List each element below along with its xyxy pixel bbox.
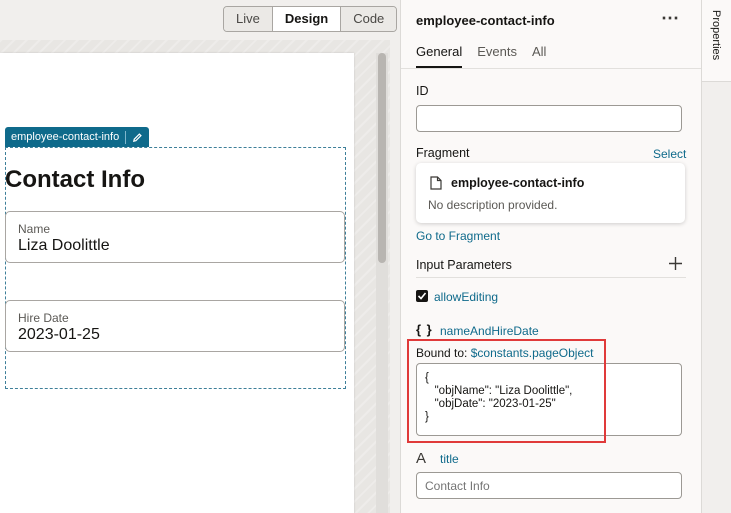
hire-date-field[interactable]: Hire Date 2023-01-25: [5, 300, 345, 352]
properties-tabs: General Events All: [416, 44, 546, 68]
view-mode-toggle: Live Design Code: [223, 6, 398, 32]
fragment-selection-tag[interactable]: employee-contact-info: [5, 127, 150, 147]
canvas-scrollbar-thumb[interactable]: [378, 53, 386, 263]
edit-pencil-icon[interactable]: [132, 132, 143, 143]
fragment-tag-label: employee-contact-info: [11, 131, 120, 143]
name-field-value: Liza Doolittle: [18, 237, 110, 254]
object-type-icon: { }: [416, 322, 433, 337]
input-parameters-label: Input Parameters: [416, 258, 512, 272]
tab-all[interactable]: All: [532, 44, 546, 68]
fragment-card[interactable]: employee-contact-info No description pro…: [416, 163, 685, 223]
add-icon[interactable]: [668, 256, 683, 271]
more-options-icon[interactable]: ⋯: [661, 8, 680, 29]
parameters-divider: [416, 277, 686, 278]
properties-side-tab[interactable]: Properties: [702, 0, 731, 82]
properties-side-tab-label: Properties: [710, 10, 722, 61]
name-field-label: Name: [18, 222, 51, 236]
hire-date-field-label: Hire Date: [18, 311, 69, 325]
go-to-fragment-link[interactable]: Go to Fragment: [416, 229, 500, 243]
fragment-card-description: No description provided.: [428, 198, 558, 212]
name-and-hire-date-param[interactable]: nameAndHireDate: [440, 324, 539, 338]
fragment-label: Fragment: [416, 146, 470, 160]
allow-editing-param[interactable]: allowEditing: [434, 290, 498, 304]
side-tab-strip: Properties: [701, 0, 731, 513]
tabs-divider: [401, 68, 701, 69]
highlight-annotation: [407, 339, 606, 443]
name-field[interactable]: Name Liza Doolittle: [5, 211, 345, 263]
id-label: ID: [416, 84, 429, 98]
allow-editing-checkbox[interactable]: [416, 290, 428, 302]
title-param[interactable]: title: [440, 452, 459, 466]
properties-panel: employee-contact-info ⋯ General Events A…: [400, 0, 701, 513]
contact-info-heading: Contact Info: [5, 166, 145, 193]
code-mode-button[interactable]: Code: [340, 7, 397, 31]
fragment-tag-divider: [125, 130, 127, 144]
title-input[interactable]: [416, 472, 682, 499]
designer-toolbar: Live Design Code: [0, 0, 400, 40]
hire-date-field-value: 2023-01-25: [18, 326, 100, 343]
fragment-card-name: employee-contact-info: [451, 176, 585, 190]
checkmark-icon: [417, 292, 427, 300]
design-mode-button[interactable]: Design: [271, 7, 341, 31]
select-fragment-link[interactable]: Select: [653, 147, 686, 161]
tab-general[interactable]: General: [416, 44, 463, 68]
tab-events[interactable]: Events: [477, 44, 517, 68]
live-mode-button[interactable]: Live: [224, 7, 272, 31]
document-icon: [430, 176, 442, 190]
text-type-icon: A: [416, 450, 427, 467]
panel-title: employee-contact-info: [416, 13, 555, 28]
id-input[interactable]: [416, 105, 682, 132]
